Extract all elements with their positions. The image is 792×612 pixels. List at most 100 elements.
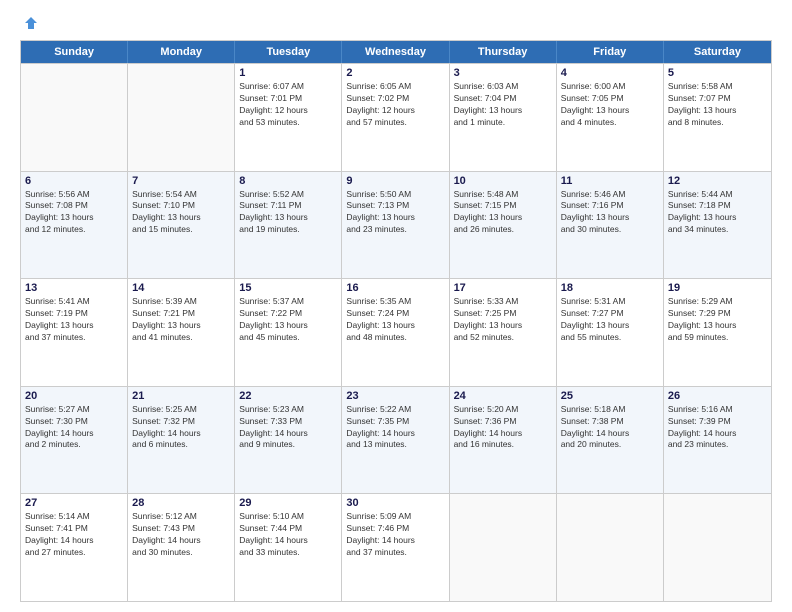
day-number: 19 — [668, 282, 767, 294]
day-number: 6 — [25, 175, 123, 187]
calendar-cell: 5 Sunrise: 5:58 AM Sunset: 7:07 PM Daylig… — [664, 64, 771, 171]
calendar-cell: 30 Sunrise: 5:09 AM Sunset: 7:46 PM Dayli… — [342, 494, 449, 601]
day-number: 11 — [561, 175, 659, 187]
day-number: 16 — [346, 282, 444, 294]
calendar-cell — [664, 494, 771, 601]
day-info: Sunrise: 6:03 AM Sunset: 7:04 PM Dayligh… — [454, 81, 552, 129]
day-info: Sunrise: 5:56 AM Sunset: 7:08 PM Dayligh… — [25, 189, 123, 237]
day-number: 17 — [454, 282, 552, 294]
day-info: Sunrise: 5:35 AM Sunset: 7:24 PM Dayligh… — [346, 296, 444, 344]
day-info: Sunrise: 5:12 AM Sunset: 7:43 PM Dayligh… — [132, 511, 230, 559]
calendar-cell: 1 Sunrise: 6:07 AM Sunset: 7:01 PM Daylig… — [235, 64, 342, 171]
day-number: 23 — [346, 390, 444, 402]
day-number: 3 — [454, 67, 552, 79]
day-info: Sunrise: 5:23 AM Sunset: 7:33 PM Dayligh… — [239, 404, 337, 452]
header-day-wednesday: Wednesday — [342, 41, 449, 63]
day-info: Sunrise: 5:52 AM Sunset: 7:11 PM Dayligh… — [239, 189, 337, 237]
day-number: 5 — [668, 67, 767, 79]
day-info: Sunrise: 5:18 AM Sunset: 7:38 PM Dayligh… — [561, 404, 659, 452]
day-info: Sunrise: 5:54 AM Sunset: 7:10 PM Dayligh… — [132, 189, 230, 237]
day-number: 21 — [132, 390, 230, 402]
day-number: 18 — [561, 282, 659, 294]
calendar-row-0: 1 Sunrise: 6:07 AM Sunset: 7:01 PM Daylig… — [21, 63, 771, 171]
day-info: Sunrise: 5:33 AM Sunset: 7:25 PM Dayligh… — [454, 296, 552, 344]
calendar-cell: 8 Sunrise: 5:52 AM Sunset: 7:11 PM Daylig… — [235, 172, 342, 279]
header-day-sunday: Sunday — [21, 41, 128, 63]
calendar-cell — [128, 64, 235, 171]
calendar-row-1: 6 Sunrise: 5:56 AM Sunset: 7:08 PM Daylig… — [21, 171, 771, 279]
calendar-cell: 27 Sunrise: 5:14 AM Sunset: 7:41 PM Dayli… — [21, 494, 128, 601]
day-number: 20 — [25, 390, 123, 402]
calendar-cell — [557, 494, 664, 601]
day-info: Sunrise: 5:22 AM Sunset: 7:35 PM Dayligh… — [346, 404, 444, 452]
calendar-cell: 9Sunrise: 5:50 AM Sunset: 7:13 PM Daylig… — [342, 172, 449, 279]
day-info: Sunrise: 5:09 AM Sunset: 7:46 PM Dayligh… — [346, 511, 444, 559]
day-number: 27 — [25, 497, 123, 509]
calendar-row-3: 20 Sunrise: 5:27 AM Sunset: 7:30 PM Dayli… — [21, 386, 771, 494]
day-info: Sunrise: 5:25 AM Sunset: 7:32 PM Dayligh… — [132, 404, 230, 452]
calendar-cell: 20 Sunrise: 5:27 AM Sunset: 7:30 PM Dayli… — [21, 387, 128, 494]
day-number: 29 — [239, 497, 337, 509]
day-number: 14 — [132, 282, 230, 294]
day-number: 15 — [239, 282, 337, 294]
day-number: 25 — [561, 390, 659, 402]
calendar-row-4: 27 Sunrise: 5:14 AM Sunset: 7:41 PM Dayli… — [21, 493, 771, 601]
day-info: Sunrise: 6:07 AM Sunset: 7:01 PM Dayligh… — [239, 81, 337, 129]
header-day-friday: Friday — [557, 41, 664, 63]
header-day-saturday: Saturday — [664, 41, 771, 63]
day-info: Sunrise: 5:16 AM Sunset: 7:39 PM Dayligh… — [668, 404, 767, 452]
day-number: 13 — [25, 282, 123, 294]
calendar-cell: 15 Sunrise: 5:37 AM Sunset: 7:22 PM Dayli… — [235, 279, 342, 386]
day-number: 22 — [239, 390, 337, 402]
day-info: Sunrise: 5:29 AM Sunset: 7:29 PM Dayligh… — [668, 296, 767, 344]
calendar-cell: 22 Sunrise: 5:23 AM Sunset: 7:33 PM Dayli… — [235, 387, 342, 494]
page: SundayMondayTuesdayWednesdayThursdayFrid… — [0, 0, 792, 612]
calendar-cell: 12Sunrise: 5:44 AM Sunset: 7:18 PM Dayli… — [664, 172, 771, 279]
calendar-cell: 23 Sunrise: 5:22 AM Sunset: 7:35 PM Dayli… — [342, 387, 449, 494]
day-info: Sunrise: 5:48 AM Sunset: 7:15 PM Dayligh… — [454, 189, 552, 237]
calendar-cell: 4 Sunrise: 6:00 AM Sunset: 7:05 PM Daylig… — [557, 64, 664, 171]
header — [20, 16, 772, 30]
logo-icon — [24, 16, 38, 30]
day-info: Sunrise: 6:00 AM Sunset: 7:05 PM Dayligh… — [561, 81, 659, 129]
day-number: 12 — [668, 175, 767, 187]
day-number: 8 — [239, 175, 337, 187]
calendar-body: 1 Sunrise: 6:07 AM Sunset: 7:01 PM Daylig… — [21, 63, 771, 601]
day-number: 10 — [454, 175, 552, 187]
calendar-header: SundayMondayTuesdayWednesdayThursdayFrid… — [21, 41, 771, 63]
logo — [20, 16, 38, 30]
calendar-cell: 13 Sunrise: 5:41 AM Sunset: 7:19 PM Dayli… — [21, 279, 128, 386]
day-info: Sunrise: 5:10 AM Sunset: 7:44 PM Dayligh… — [239, 511, 337, 559]
calendar-cell: 6 Sunrise: 5:56 AM Sunset: 7:08 PM Daylig… — [21, 172, 128, 279]
day-number: 1 — [239, 67, 337, 79]
day-number: 28 — [132, 497, 230, 509]
calendar-cell: 7 Sunrise: 5:54 AM Sunset: 7:10 PM Daylig… — [128, 172, 235, 279]
header-day-tuesday: Tuesday — [235, 41, 342, 63]
calendar-cell — [21, 64, 128, 171]
calendar-cell: 16 Sunrise: 5:35 AM Sunset: 7:24 PM Dayli… — [342, 279, 449, 386]
day-info: Sunrise: 5:41 AM Sunset: 7:19 PM Dayligh… — [25, 296, 123, 344]
calendar-cell: 25 Sunrise: 5:18 AM Sunset: 7:38 PM Dayli… — [557, 387, 664, 494]
header-day-monday: Monday — [128, 41, 235, 63]
day-info: Sunrise: 5:46 AM Sunset: 7:16 PM Dayligh… — [561, 189, 659, 237]
day-number: 30 — [346, 497, 444, 509]
calendar-cell: 28 Sunrise: 5:12 AM Sunset: 7:43 PM Dayli… — [128, 494, 235, 601]
day-info: Sunrise: 5:37 AM Sunset: 7:22 PM Dayligh… — [239, 296, 337, 344]
day-info: Sunrise: 5:58 AM Sunset: 7:07 PM Dayligh… — [668, 81, 767, 129]
calendar-cell: 29 Sunrise: 5:10 AM Sunset: 7:44 PM Dayli… — [235, 494, 342, 601]
day-info: Sunrise: 5:27 AM Sunset: 7:30 PM Dayligh… — [25, 404, 123, 452]
calendar-cell: 21 Sunrise: 5:25 AM Sunset: 7:32 PM Dayli… — [128, 387, 235, 494]
calendar-cell — [450, 494, 557, 601]
day-info: Sunrise: 5:20 AM Sunset: 7:36 PM Dayligh… — [454, 404, 552, 452]
day-info: Sunrise: 5:14 AM Sunset: 7:41 PM Dayligh… — [25, 511, 123, 559]
calendar-row-2: 13 Sunrise: 5:41 AM Sunset: 7:19 PM Dayli… — [21, 278, 771, 386]
day-info: Sunrise: 5:31 AM Sunset: 7:27 PM Dayligh… — [561, 296, 659, 344]
day-number: 7 — [132, 175, 230, 187]
calendar-cell: 2Sunrise: 6:05 AM Sunset: 7:02 PM Daylig… — [342, 64, 449, 171]
calendar-cell: 19 Sunrise: 5:29 AM Sunset: 7:29 PM Dayli… — [664, 279, 771, 386]
day-number: 26 — [668, 390, 767, 402]
day-info: Sunrise: 6:05 AM Sunset: 7:02 PM Dayligh… — [346, 81, 444, 129]
day-number: 4 — [561, 67, 659, 79]
calendar: SundayMondayTuesdayWednesdayThursdayFrid… — [20, 40, 772, 602]
calendar-cell: 3 Sunrise: 6:03 AM Sunset: 7:04 PM Daylig… — [450, 64, 557, 171]
